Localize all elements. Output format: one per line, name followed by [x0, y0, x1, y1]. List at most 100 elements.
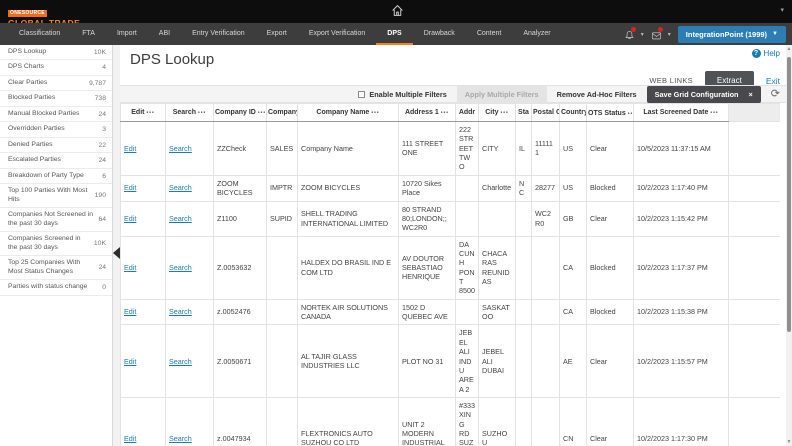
- column-menu-icon[interactable]: •••: [258, 110, 266, 116]
- column-menu-icon[interactable]: •••: [710, 110, 718, 116]
- edit-link[interactable]: Edit: [124, 263, 136, 272]
- sidebar-item-top-25-companies-with-most-status-changes[interactable]: Top 25 Companies With Most Status Change…: [0, 256, 112, 280]
- column-header-addr[interactable]: Addr: [456, 104, 479, 122]
- cell: Charlotte: [479, 175, 516, 201]
- sidebar-item-companies-not-screened-in-the-past-30-days[interactable]: Companies Not Screened in the past 30 da…: [0, 208, 112, 232]
- sidebar-item-escalated-parties[interactable]: Escalated Parties24: [0, 153, 112, 168]
- search-cell: Search: [166, 325, 214, 398]
- column-header-ots-status[interactable]: OTS Status•••: [587, 104, 634, 122]
- remove-adhoc-filters-button[interactable]: Remove Ad-Hoc Filters: [557, 90, 637, 99]
- sidebar-item-count: 10K: [94, 240, 106, 247]
- column-header-last-screened-date[interactable]: Last Screened Date•••: [634, 104, 729, 122]
- cell: CITY: [479, 122, 516, 176]
- cell: CHACARAS REUNIDAS: [479, 236, 516, 299]
- refresh-icon[interactable]: ⟳: [771, 89, 780, 100]
- sidebar-item-blocked-parties[interactable]: Blocked Parties738: [0, 91, 112, 106]
- edit-link[interactable]: Edit: [124, 357, 136, 366]
- sidebar-item-breakdown-of-party-type[interactable]: Breakdown of Party Type6: [0, 169, 112, 184]
- column-header-search[interactable]: Search•••: [166, 104, 214, 122]
- column-header-company-ty[interactable]: Company Ty: [267, 104, 298, 122]
- notifications-bell-icon[interactable]: [624, 28, 638, 40]
- sidebar-item-dps-charts[interactable]: DPS Charts4: [0, 60, 112, 75]
- column-header-company-id[interactable]: Company ID•••: [214, 104, 267, 122]
- nav-tab-content[interactable]: Content: [466, 23, 513, 45]
- column-header-company-name[interactable]: Company Name•••: [298, 104, 399, 122]
- edit-link[interactable]: Edit: [124, 434, 136, 443]
- nav-tab-drawback[interactable]: Drawback: [413, 23, 466, 45]
- search-link[interactable]: Search: [169, 144, 192, 153]
- help-link[interactable]: ? Help: [752, 49, 780, 58]
- search-link[interactable]: Search: [169, 307, 192, 316]
- search-link[interactable]: Search: [169, 357, 192, 366]
- column-header-address-1[interactable]: Address 1•••: [399, 104, 456, 122]
- column-menu-icon[interactable]: •••: [198, 110, 206, 116]
- cell: IMPTR: [267, 175, 298, 201]
- column-menu-icon[interactable]: •••: [628, 111, 634, 117]
- cell: [516, 397, 532, 446]
- enable-multiple-filters-checkbox[interactable]: [358, 91, 365, 98]
- column-menu-icon[interactable]: •••: [500, 110, 508, 116]
- column-header-postal-c[interactable]: Postal C: [532, 104, 560, 122]
- sidebar-item-dps-lookup[interactable]: DPS Lookup10K: [0, 45, 112, 60]
- cell: AE: [560, 325, 587, 398]
- column-header-city[interactable]: City•••: [479, 104, 516, 122]
- sidebar-item-denied-parties[interactable]: Denied Parties22: [0, 138, 112, 153]
- sidebar-item-manual-blocked-parties[interactable]: Manual Blocked Parties24: [0, 107, 112, 122]
- column-header-sta[interactable]: Sta: [516, 104, 532, 122]
- topbar-dropdown-caret[interactable]: ▾: [780, 6, 784, 14]
- sidebar-item-clear-parties[interactable]: Clear Parties9,787: [0, 76, 112, 91]
- messages-caret-icon[interactable]: ▾: [668, 31, 671, 38]
- nav-tab-import[interactable]: Import: [106, 23, 148, 45]
- edit-cell: Edit: [121, 325, 166, 398]
- scroll-up-arrow-icon[interactable]: ▲: [786, 46, 792, 52]
- sidebar-item-overridden-parties[interactable]: Overridden Parties3: [0, 122, 112, 137]
- save-grid-configuration-button[interactable]: Save Grid Configuration ×: [647, 86, 761, 103]
- nav-tab-export-verification[interactable]: Export Verification: [298, 23, 376, 45]
- nav-tab-analyzer[interactable]: Analyzer: [512, 23, 561, 45]
- sidebar-collapse-handle[interactable]: [113, 247, 120, 259]
- sidebar-item-companies-screened-in-the-past-30-days[interactable]: Companies Screened in the past 30 days10…: [0, 232, 112, 256]
- cell: CA: [560, 236, 587, 299]
- column-header-country[interactable]: Country: [560, 104, 587, 122]
- table-row: EditSearchZ1100SUPIDSHELL TRADING INTERN…: [121, 201, 781, 236]
- scroll-down-arrow-icon[interactable]: ▼: [786, 439, 792, 445]
- column-label: Edit: [131, 109, 144, 116]
- save-grid-close-icon[interactable]: ×: [749, 90, 753, 99]
- nav-tab-fta[interactable]: FTA: [71, 23, 106, 45]
- sidebar-item-top-100-parties-with-most-hits[interactable]: Top 100 Parties With Most Hits190: [0, 184, 112, 208]
- cell: 28277: [532, 175, 560, 201]
- search-link[interactable]: Search: [169, 263, 192, 272]
- messages-envelope-icon[interactable]: [651, 28, 665, 40]
- column-header-edit[interactable]: Edit•••: [121, 104, 166, 122]
- enable-multiple-filters-group: Enable Multiple Filters: [358, 90, 446, 99]
- cell: DA CUNH PONT 8500: [456, 236, 479, 299]
- column-label: Company Ty: [268, 109, 298, 116]
- apply-multiple-filters-button[interactable]: Apply Multiple Filters: [457, 86, 547, 103]
- notifications-caret-icon[interactable]: ▾: [641, 31, 644, 38]
- search-link[interactable]: Search: [169, 214, 192, 223]
- exit-link[interactable]: Exit: [766, 76, 780, 86]
- column-menu-icon[interactable]: •••: [371, 110, 379, 116]
- nav-tab-dps[interactable]: DPS: [376, 23, 412, 45]
- cell: Z.0053632: [214, 236, 267, 299]
- nav-tab-export[interactable]: Export: [256, 23, 298, 45]
- vertical-scrollbar[interactable]: ▲ ▼: [786, 45, 792, 446]
- cell: [456, 299, 479, 325]
- web-links-link[interactable]: WEB LINKS: [649, 76, 693, 85]
- nav-tab-entry-verification[interactable]: Entry Verification: [181, 23, 256, 45]
- edit-link[interactable]: Edit: [124, 144, 136, 153]
- search-link[interactable]: Search: [169, 434, 192, 443]
- nav-tab-classification[interactable]: Classification: [8, 23, 71, 45]
- edit-link[interactable]: Edit: [124, 307, 136, 316]
- column-menu-icon[interactable]: •••: [441, 110, 449, 116]
- home-icon[interactable]: [391, 4, 404, 17]
- search-link[interactable]: Search: [169, 183, 192, 192]
- edit-link[interactable]: Edit: [124, 214, 136, 223]
- scrollbar-thumb[interactable]: [787, 57, 791, 332]
- user-account-button[interactable]: IntegrationPoint (1999) ▼: [678, 26, 786, 43]
- notifications-badge: [631, 27, 636, 32]
- sidebar-item-parties-with-status-change[interactable]: Parties with status change0: [0, 280, 112, 295]
- column-menu-icon[interactable]: •••: [146, 110, 154, 116]
- edit-link[interactable]: Edit: [124, 183, 136, 192]
- nav-tab-abi[interactable]: ABI: [148, 23, 181, 45]
